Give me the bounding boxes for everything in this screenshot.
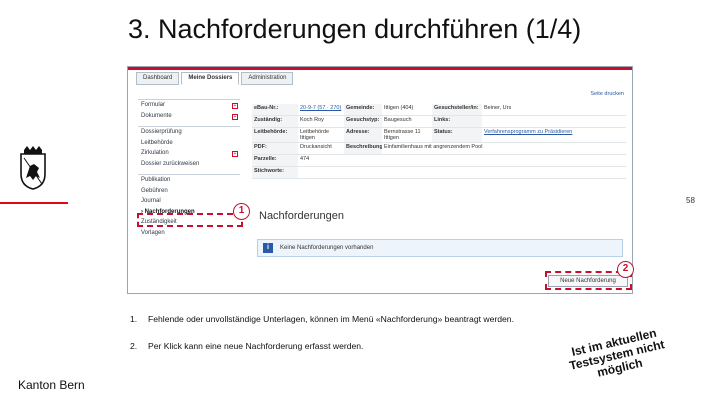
detail-key: Stichworte:	[252, 167, 298, 178]
detail-key: Gesuchsteller/in:	[432, 104, 482, 115]
highlight-nachforderungen	[137, 213, 243, 227]
red-divider	[0, 202, 68, 204]
sidebar-group: Dossierprüfung Leitbehörde Zirkulation + …	[138, 126, 240, 171]
step-marker-1: 1	[233, 203, 250, 220]
sidebar-item-leitbehoerde[interactable]: Leitbehörde	[138, 140, 240, 151]
detail-value: Einfamilienhaus mit angrenzendem Pool	[384, 144, 483, 150]
detail-row: Stichworte:	[252, 167, 626, 179]
sidebar-item-label: Dossier zurückweisen	[141, 160, 200, 167]
detail-value: Ittigen (404)	[384, 105, 414, 111]
coat-of-arms-icon	[20, 146, 46, 190]
detail-key: Gemeinde:	[344, 104, 382, 115]
detail-key: Leitbehörde:	[252, 128, 298, 142]
detail-value: Leitbehörde Ittigen	[300, 129, 330, 141]
tab-administration[interactable]: Administration	[241, 72, 294, 85]
detail-value: 474	[300, 156, 310, 162]
detail-key: Status:	[432, 128, 482, 142]
detail-value-link[interactable]: 20-9-7 (57 · 270)	[298, 104, 344, 115]
step-text: Fehlende oder unvollständige Unterlagen,…	[148, 314, 514, 324]
sidebar-item-label: Dossierprüfung	[141, 129, 182, 135]
detail-value: Bernstrasse 11 Ittigen	[384, 129, 421, 141]
sidebar-item-label: Journal	[141, 198, 161, 204]
sidebar-item-dokumente[interactable]: Dokumente +	[138, 113, 240, 124]
detail-value-link[interactable]: Verfahrensprogramm zu Präsidieren	[482, 128, 626, 142]
dossier-details: eBau-Nr.: 20-9-7 (57 · 270) Gemeinde: It…	[252, 104, 626, 179]
sidebar-item-vorlagen[interactable]: Vorlagen	[138, 230, 240, 241]
sidebar-item-dossierpruefung[interactable]: Dossierprüfung	[138, 129, 240, 140]
step-item: 2. Per Klick kann eine neue Nachforderung…	[130, 341, 363, 351]
detail-value: Baugesuch	[384, 117, 412, 123]
sidebar-item-formular[interactable]: Formular +	[138, 102, 240, 113]
canton-label: Kanton Bern	[18, 378, 85, 392]
detail-key: Parzelle:	[252, 155, 298, 166]
detail-row: Zuständig: Koch Roy Gesuchstyp: Baugesuc…	[252, 116, 626, 128]
detail-row: Leitbehörde: Leitbehörde Ittigen Adresse…	[252, 128, 626, 143]
slide-title: 3. Nachforderungen durchführen (1/4)	[128, 14, 582, 44]
detail-key: PDF:	[252, 143, 298, 154]
sidebar-group: Formular + Dokumente +	[138, 99, 240, 123]
detail-row: PDF: Druckansicht Beschreibung: Einfamil…	[252, 143, 626, 155]
expand-icon[interactable]: +	[232, 113, 238, 120]
step-marker-2: 2	[617, 261, 634, 278]
step-number: 1.	[130, 314, 138, 324]
sidebar-item-label: Zirkulation	[141, 150, 169, 156]
sidebar-item-gebuehren[interactable]: Gebühren	[138, 188, 240, 199]
info-icon: i	[263, 243, 273, 253]
detail-value[interactable]: Druckansicht	[298, 143, 344, 154]
sidebar-item-label: Formular	[141, 102, 166, 108]
expand-icon[interactable]: +	[232, 103, 238, 109]
page-number: 58	[686, 196, 695, 205]
expand-icon[interactable]: +	[232, 151, 238, 157]
sidebar-item-journal[interactable]: Journal	[138, 198, 240, 209]
section-title: Nachforderungen	[259, 210, 345, 222]
detail-key: eBau-Nr.:	[252, 104, 298, 115]
app-top-bar	[128, 67, 632, 70]
detail-value: Koch Roy	[300, 117, 324, 123]
detail-key: Adresse:	[344, 128, 382, 142]
tab-dashboard[interactable]: Dashboard	[136, 72, 180, 85]
test-system-note: Ist im aktuellen Testsystem nicht möglic…	[559, 324, 675, 387]
detail-value	[298, 167, 344, 178]
step-text: Per Klick kann eine neue Nachforderung e…	[148, 341, 364, 351]
sidebar-group: Publikation Gebühren Journal › Nachforde…	[138, 174, 240, 240]
sidebar-item-dossier-zurueckweisen[interactable]: Dossier zurückweisen	[138, 161, 240, 172]
detail-key: Zuständig:	[252, 116, 298, 127]
detail-row: Parzelle: 474	[252, 155, 626, 167]
detail-key: Links:	[432, 116, 482, 127]
sidebar-item-publikation[interactable]: Publikation	[138, 177, 240, 188]
print-link[interactable]: Seite drucken	[590, 91, 624, 97]
sidebar-item-zirkulation[interactable]: Zirkulation +	[138, 150, 240, 161]
sidebar-item-label: Gebühren	[141, 187, 168, 194]
app-screenshot: Dashboard Meine Dossiers Administration …	[127, 66, 633, 294]
detail-value	[482, 116, 626, 127]
info-message-box: i Keine Nachforderungen vorhanden	[257, 239, 623, 257]
detail-row: eBau-Nr.: 20-9-7 (57 · 270) Gemeinde: It…	[252, 104, 626, 116]
step-number: 2.	[130, 341, 138, 351]
sidebar-item-label: Publikation	[141, 177, 171, 183]
sidebar-item-label: Leitbehörde	[141, 139, 173, 146]
sidebar-item-label: Dokumente	[141, 112, 172, 119]
sidebar-item-label: Vorlagen	[141, 229, 165, 236]
detail-key: Beschreibung:	[344, 143, 382, 154]
app-tabs: Dashboard Meine Dossiers Administration	[136, 72, 294, 85]
detail-value: Beiner, Urs	[484, 105, 512, 111]
detail-key: Gesuchstyp:	[344, 116, 382, 127]
info-message: Keine Nachforderungen vorhanden	[280, 245, 374, 251]
tab-meine-dossiers[interactable]: Meine Dossiers	[181, 72, 240, 85]
step-item: 1. Fehlende oder unvollständige Unterlage…	[130, 314, 514, 324]
